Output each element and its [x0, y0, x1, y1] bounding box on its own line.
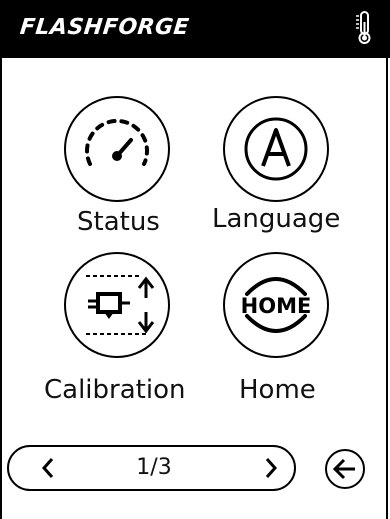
home-circle[interactable]: HOME	[223, 252, 329, 358]
home-text-icon: HOME	[241, 277, 312, 333]
home-label: Home	[239, 375, 316, 405]
thermometer-icon[interactable]	[355, 10, 373, 46]
page-selector: 1/3	[7, 445, 296, 491]
calibration-circle[interactable]	[64, 252, 170, 358]
home-icon-text: HOME	[241, 294, 312, 318]
language-circle[interactable]	[223, 96, 329, 202]
status-label: Status	[77, 207, 160, 237]
language-label: Language	[212, 204, 341, 234]
back-button[interactable]	[325, 449, 365, 489]
calibration-label: Calibration	[44, 375, 186, 405]
back-arrow-icon	[332, 458, 355, 480]
header-bar: FLASHFORGE	[0, 0, 390, 58]
chevron-left-icon	[41, 458, 54, 478]
language-a-icon	[244, 117, 308, 181]
calibration-icon	[86, 275, 155, 335]
next-page-button[interactable]	[246, 447, 296, 489]
chevron-right-icon	[265, 458, 278, 478]
speedometer-icon	[85, 119, 149, 166]
page-indicator: 1/3	[136, 455, 172, 480]
brand-logo: FLASHFORGE	[18, 15, 191, 40]
prev-page-button[interactable]	[23, 447, 73, 489]
status-circle[interactable]	[64, 96, 170, 202]
